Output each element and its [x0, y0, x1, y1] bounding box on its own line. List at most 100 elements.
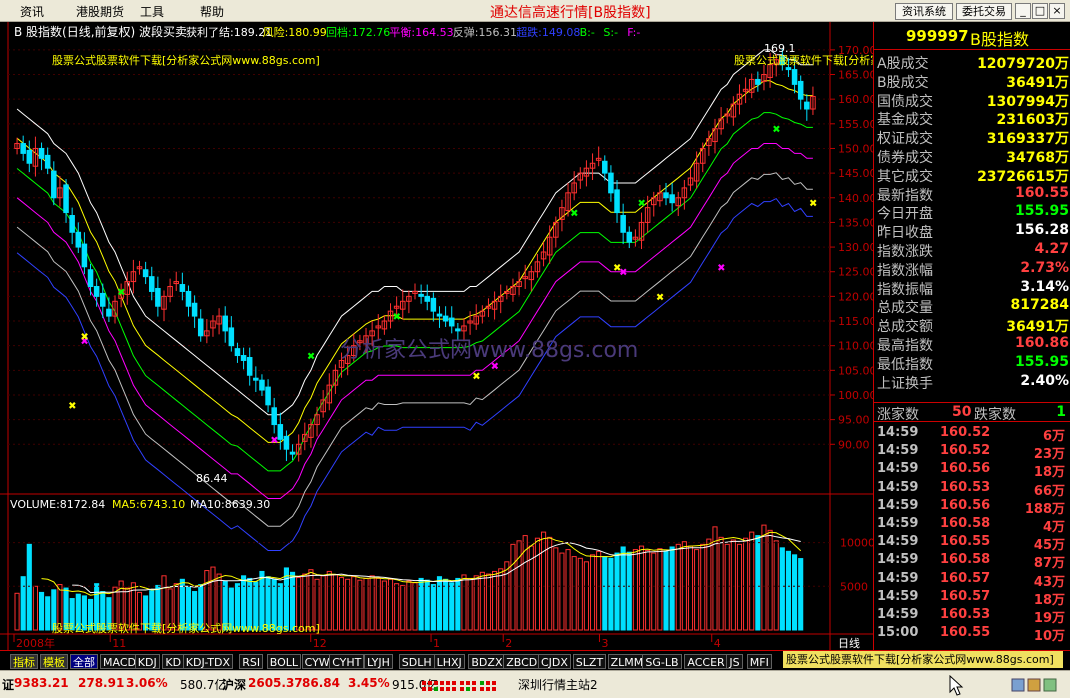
quote-label: 债券成交: [877, 150, 933, 166]
hs-change: 86.84: [302, 676, 340, 690]
quote-value: 36491万: [1006, 74, 1069, 91]
tab-sg-lb[interactable]: SG-LB: [642, 654, 682, 669]
tick-row: 14:59 160.55 45万: [874, 534, 1070, 553]
tick-time: 14:59: [877, 607, 919, 622]
watermark: 分析家公式网www.88gs.com: [340, 338, 638, 363]
ad-text-right: 股票公式股票软件下载[分析家公式网www.88gs.com]: [734, 53, 873, 67]
ad-bottom[interactable]: 股票公式股票软件下载[分析家公式网www.88gs.com]: [783, 651, 1063, 668]
tab-js[interactable]: JS: [726, 654, 743, 669]
candle-body: [620, 215, 626, 233]
news-system-button[interactable]: 资讯系统: [895, 3, 953, 20]
candle-body: [75, 231, 82, 248]
candle-body: [602, 160, 608, 174]
tab-zbcd[interactable]: ZBCD: [503, 654, 541, 669]
quote-label: 最新指数: [877, 187, 933, 204]
maximize-icon[interactable]: □: [1032, 3, 1048, 19]
quote-name: B股指数: [970, 30, 1029, 49]
signal-marker-icon: ✖: [117, 287, 125, 298]
indicator-value: 反弹:156.31: [453, 25, 517, 39]
indicator-name: B 股指数(日线,前复权) 波段买卖: [14, 24, 187, 39]
quote-label: A股成交: [877, 56, 929, 72]
date-tick-label: 2008年: [16, 636, 55, 650]
quote-label: 昨日收盘: [877, 225, 933, 242]
candle-body: [277, 424, 284, 440]
signal-marker-icon: ✖: [656, 292, 664, 303]
tick-volume: 10万: [1033, 629, 1065, 645]
price-tick-label: 140.00: [838, 192, 873, 205]
server-name[interactable]: 深圳行情主站2: [518, 676, 598, 693]
candle-body: [179, 284, 186, 292]
quote-row: A股成交 12079720万: [874, 53, 1070, 72]
tab-sdlh[interactable]: SDLH: [398, 654, 435, 669]
quote-value: 36491万: [1006, 319, 1069, 336]
candle-body: [44, 154, 51, 169]
quote-row: 最低指数 155.95: [874, 354, 1070, 373]
volume-value: VOLUME:8172.84: [10, 498, 105, 511]
candle-body: [185, 290, 192, 307]
tab-all[interactable]: 全部: [70, 654, 98, 669]
tab-lhxj[interactable]: LHXJ: [433, 654, 465, 669]
kline-chart[interactable]: ✖✖✖✖✖✖✖✖✖✖✖✖✖✖✖✖✖ 170.00165.00160.00155.…: [0, 22, 873, 650]
price-tick-label: 125.00: [838, 266, 873, 279]
menu-hk-futures[interactable]: 港股期货: [76, 3, 124, 20]
chart-area[interactable]: ✖ ✖ ✖ ✖ ✖ ✖ ✖ ✖ ✖ ✖ ✖ ✖ ✖ ✖ ✖ ✖ ✖ 170.00 165.00 160.00 155.…: [0, 22, 873, 650]
signal-marker-icon: ✖: [307, 352, 315, 363]
rise-count: 50: [952, 404, 972, 420]
tab-cyht[interactable]: CYHT: [329, 654, 365, 669]
candle-body: [51, 170, 57, 199]
tab-lyjh[interactable]: LYJH: [364, 654, 393, 669]
tab-kdj-tdx[interactable]: KDJ-TDX: [182, 654, 234, 669]
hs-label: 沪深: [222, 678, 247, 692]
indicator-value: S:-: [603, 26, 618, 39]
tab-templates[interactable]: 模板: [40, 654, 68, 669]
trade-button[interactable]: 委托交易: [956, 3, 1012, 20]
quote-row: 指数涨跌 4.27: [874, 241, 1070, 260]
menu-news[interactable]: 资讯: [20, 3, 44, 20]
tick-time: 14:59: [877, 552, 919, 568]
tab-cjdx[interactable]: CJDX: [538, 654, 571, 669]
candle-body: [93, 286, 100, 297]
tick-time: 15:00: [877, 625, 919, 641]
tick-volume: 87万: [1033, 556, 1065, 572]
tab-accer[interactable]: ACCER: [684, 654, 728, 669]
tick-price: 160.53: [940, 607, 991, 622]
quote-code: 999997: [906, 27, 969, 45]
tick-price: 160.56: [940, 497, 991, 513]
quote-value: 2.73%: [1020, 259, 1069, 276]
candle-body: [26, 149, 33, 164]
tab-bdzx[interactable]: BDZX: [468, 654, 506, 669]
tray-icons[interactable]: [1010, 677, 1068, 693]
tick-row: 14:59 160.53 19万: [874, 607, 1070, 626]
quote-label: 国债成交: [877, 93, 933, 110]
tab-zlmm[interactable]: ZLMM: [607, 654, 647, 669]
candle-body: [785, 67, 792, 71]
tab-slzt[interactable]: SLZT: [572, 654, 607, 669]
tab-rsi[interactable]: RSI: [239, 654, 264, 669]
tick-time: 14:59: [877, 443, 919, 459]
close-icon[interactable]: ×: [1049, 3, 1065, 19]
quote-row: 今日开盘 155.95: [874, 203, 1070, 222]
quote-label: 指数涨跌: [877, 244, 933, 260]
signal-marker-icon: ✖: [393, 312, 401, 323]
quote-value: 160.55: [1014, 184, 1069, 201]
minimize-icon[interactable]: _: [1015, 3, 1031, 19]
menu-tools[interactable]: 工具: [140, 3, 164, 20]
quote-row: 指数涨幅 2.73%: [874, 259, 1070, 279]
menu-help[interactable]: 帮助: [200, 3, 224, 20]
tab-boll[interactable]: BOLL: [266, 654, 302, 669]
tab-kd[interactable]: KD: [162, 654, 185, 669]
tab-kdj[interactable]: KDJ: [134, 654, 160, 669]
candle-body: [797, 80, 804, 100]
tick-volume: 188万: [1024, 501, 1065, 517]
tab-macd[interactable]: MACD: [100, 654, 139, 669]
tick-volume: 19万: [1033, 611, 1065, 626]
price-tick-label: 145.00: [838, 167, 873, 180]
tab-indicators[interactable]: 指标: [10, 654, 38, 669]
tab-mfi[interactable]: MFI: [746, 654, 772, 669]
candle-body: [455, 328, 461, 332]
indicator-value: B:-: [580, 26, 595, 39]
volume-bar: [443, 578, 449, 631]
tab-cyw[interactable]: CYW: [301, 654, 333, 669]
price-tick-label: 100.00: [838, 389, 873, 402]
candle-body: [69, 215, 75, 233]
